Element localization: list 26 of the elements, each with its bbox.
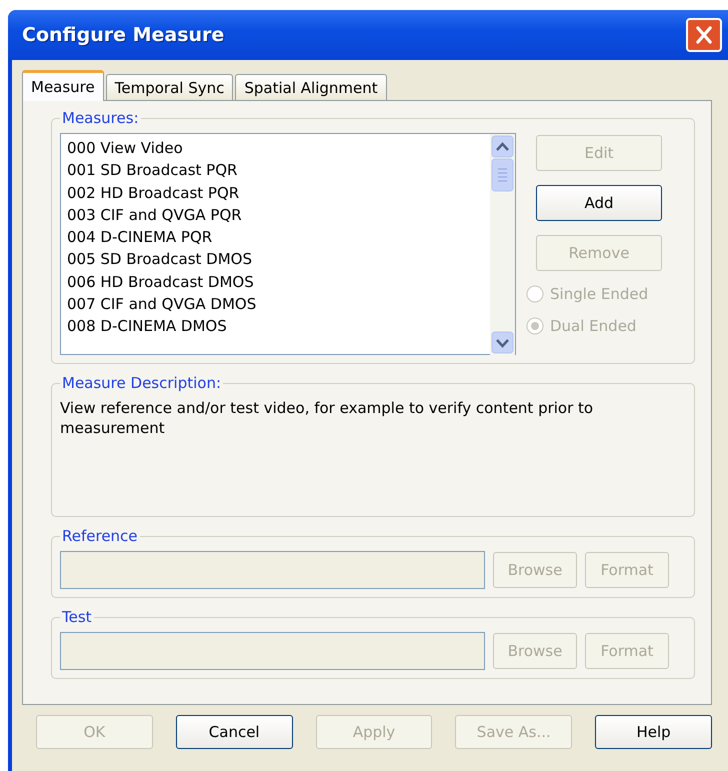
list-item[interactable]: 008 D-CINEMA DMOS — [67, 315, 484, 338]
list-item[interactable]: 004 D-CINEMA PQR — [67, 226, 484, 248]
scrollbar[interactable] — [490, 134, 515, 356]
button[interactable]: Cancel — [176, 715, 293, 749]
measures-list[interactable]: 000 View Video 001 SD Broadcast PQR 002 HD Broadcast PQR 003 CIF and QVGA PQR 004 D-CINEMA PQR 005 SD Broadcast DMOS 006 HD Broadcast DMOS 007 CIF and QVGA DMOS 008 D-CINEMA DMOS — [60, 133, 516, 355]
list-item[interactable]: 007 CIF and QVGA DMOS — [67, 293, 484, 316]
group-label: Measures: — [61, 109, 140, 127]
tab[interactable]: Temporal Sync — [106, 74, 234, 100]
group-label: Reference — [61, 527, 139, 545]
path-field[interactable] — [60, 551, 485, 589]
list-item[interactable]: 002 HD Broadcast PQR — [67, 182, 484, 204]
window-title: Configure Measure — [22, 24, 224, 46]
list-item[interactable]: 003 CIF and QVGA PQR — [67, 204, 484, 226]
list-item[interactable]: 006 HD Broadcast DMOS — [67, 270, 484, 294]
group-label: Test — [61, 608, 93, 626]
tab[interactable]: Spatial Alignment — [235, 74, 387, 100]
close-icon[interactable] — [686, 18, 722, 52]
group-label: Measure Description: — [61, 374, 222, 392]
path-field[interactable] — [60, 632, 485, 670]
description-text: View reference and/or test video, for example to verify content prior to measurement — [60, 398, 594, 439]
list-item[interactable]: 001 SD Broadcast PQR — [67, 159, 484, 182]
list-item[interactable]: 000 View Video — [67, 137, 484, 160]
button[interactable]: Help — [595, 715, 712, 749]
button[interactable]: Add — [536, 185, 662, 221]
list-item[interactable]: 005 SD Broadcast DMOS — [67, 248, 484, 271]
tab[interactable]: Measure — [22, 70, 104, 101]
